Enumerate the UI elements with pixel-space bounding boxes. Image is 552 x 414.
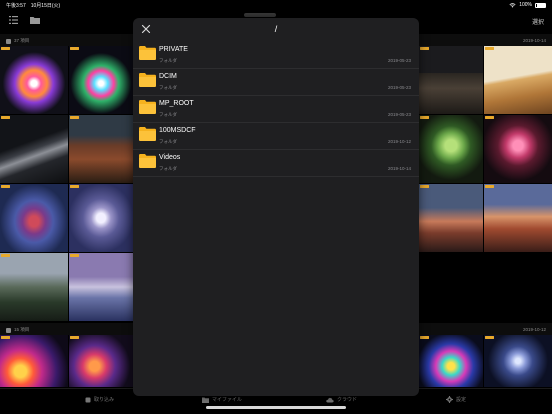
section-label-wrap: 37 項目 — [6, 38, 29, 44]
photo-badge — [70, 185, 79, 188]
photo-badge — [1, 47, 10, 50]
folder-row[interactable]: 100MSDCF フォルダ 2019-10-12 — [133, 123, 419, 150]
photo-thumbnail[interactable] — [484, 115, 552, 183]
gear-icon — [446, 396, 453, 403]
photo-badge — [1, 254, 10, 257]
photo-thumbnail[interactable] — [69, 115, 133, 183]
photo-badge — [1, 336, 10, 339]
folder-date: 2019-10-12 — [387, 139, 411, 144]
folder-date: 2019-05-23 — [387, 58, 411, 63]
photo-badge — [485, 336, 494, 339]
wifi-icon — [509, 2, 516, 8]
photo-badge — [420, 336, 429, 339]
folder-icon — [139, 154, 156, 168]
section-label: 15 項目 — [14, 327, 30, 332]
folder-browser-modal: / PRIVATE フォルダ 2019-05-23 DCIM フォルダ 2019… — [133, 18, 419, 396]
folder-name: 100MSDCF — [159, 127, 196, 134]
folder-icon — [139, 46, 156, 60]
photo-thumbnail[interactable] — [419, 46, 483, 114]
tab-label: クラウド — [337, 397, 358, 403]
folder-date: 2019-05-23 — [387, 85, 411, 90]
photo-thumbnail[interactable] — [0, 253, 68, 321]
photo-badge — [70, 47, 79, 50]
folder-kind: フォルダ — [159, 85, 177, 90]
photo-thumbnail[interactable] — [419, 335, 483, 387]
tab-cloud[interactable]: クラウド — [326, 396, 357, 403]
photo-badge — [485, 116, 494, 119]
folder-row[interactable]: Videos フォルダ 2019-10-14 — [133, 150, 419, 177]
folder-icon[interactable] — [30, 16, 40, 24]
folder-icon — [139, 73, 156, 87]
photo-badge — [420, 185, 429, 188]
home-indicator — [206, 406, 346, 409]
folder-kind: フォルダ — [159, 58, 177, 63]
photo-thumbnail[interactable] — [0, 335, 68, 387]
folder-name: MP_ROOT — [159, 100, 194, 107]
tab-settings[interactable]: 設定 — [446, 396, 466, 403]
section-label-wrap: 15 項目 — [6, 327, 29, 333]
folder-kind: フォルダ — [159, 112, 177, 117]
photo-badge — [485, 47, 494, 50]
photo-thumbnail[interactable] — [419, 115, 483, 183]
section-label: 37 項目 — [14, 38, 30, 43]
status-right: 100% — [509, 2, 546, 8]
folder-icon — [139, 127, 156, 141]
modal-header: / — [133, 18, 419, 42]
tab-my-files[interactable]: マイファイル — [202, 396, 242, 403]
folder-name: PRIVATE — [159, 46, 188, 53]
photo-thumbnail[interactable] — [0, 46, 68, 114]
photo-thumbnail[interactable] — [419, 184, 483, 252]
photo-thumbnail[interactable] — [0, 184, 68, 252]
folder-icon — [202, 397, 209, 403]
photo-badge — [70, 254, 79, 257]
folder-name: DCIM — [159, 73, 177, 80]
folder-icon — [139, 100, 156, 114]
photo-thumbnail[interactable] — [484, 335, 552, 387]
photo-thumbnail[interactable] — [69, 184, 133, 252]
photo-thumbnail[interactable] — [0, 115, 68, 183]
status-bar: 午後3:57 10月15日(火) 100% — [0, 0, 552, 10]
modal-title: / — [274, 24, 278, 34]
folder-kind: フォルダ — [159, 166, 177, 171]
tab-label: 取り込み — [94, 397, 115, 403]
photo-thumbnail[interactable] — [484, 184, 552, 252]
tab-label: 設定 — [456, 397, 467, 403]
photo-badge — [70, 336, 79, 339]
folder-row[interactable]: DCIM フォルダ 2019-05-23 — [133, 69, 419, 96]
folder-kind: フォルダ — [159, 139, 177, 144]
grabber — [244, 13, 276, 17]
calendar-icon — [6, 38, 11, 44]
import-icon — [85, 397, 91, 402]
section-date: 2019-10-12 — [522, 327, 546, 332]
photo-badge — [420, 116, 429, 119]
calendar-icon — [6, 327, 11, 333]
select-button[interactable]: 選択 — [532, 17, 544, 26]
list-icon[interactable] — [9, 16, 18, 24]
folder-name: Videos — [159, 154, 181, 161]
photo-badge — [1, 185, 10, 188]
photo-badge — [1, 116, 10, 119]
battery-percent: 100% — [519, 2, 532, 8]
photo-thumbnail[interactable] — [69, 335, 133, 387]
tab-label: マイファイル — [212, 397, 243, 403]
tab-import[interactable]: 取り込み — [85, 396, 114, 403]
battery-icon — [535, 2, 546, 8]
photo-badge — [70, 116, 79, 119]
photo-thumbnail[interactable] — [69, 46, 133, 114]
cloud-icon — [326, 397, 334, 402]
photo-badge — [420, 47, 429, 50]
folder-row[interactable]: MP_ROOT フォルダ 2019-05-23 — [133, 96, 419, 123]
photo-thumbnail[interactable] — [69, 253, 133, 321]
photo-badge — [485, 185, 494, 188]
section-date: 2019-10-14 — [522, 38, 546, 43]
folder-date: 2019-05-23 — [387, 112, 411, 117]
photo-thumbnail[interactable] — [484, 46, 552, 114]
folder-date: 2019-10-14 — [387, 166, 411, 171]
folder-row[interactable]: PRIVATE フォルダ 2019-05-23 — [133, 42, 419, 69]
status-time-date: 午後3:57 10月15日(火) — [6, 3, 61, 9]
